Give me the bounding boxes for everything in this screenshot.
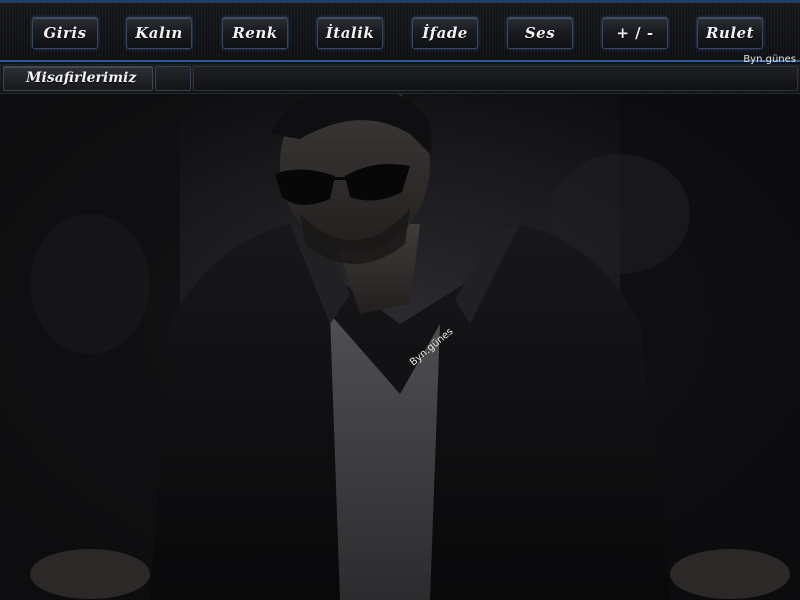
guests-list-area xyxy=(193,66,798,91)
italic-button[interactable]: İtalik xyxy=(317,17,383,49)
guests-bar: Misafirlerimiz xyxy=(0,64,800,94)
background-photo xyxy=(0,94,800,600)
bold-button[interactable]: Kalın xyxy=(126,17,192,49)
guests-tab[interactable]: Misafirlerimiz xyxy=(3,66,153,91)
formatting-toolbar: Giris Kalın Renk İtalik İfade Ses + / - … xyxy=(0,0,800,65)
color-button[interactable]: Renk xyxy=(222,17,288,49)
roulette-button[interactable]: Rulet xyxy=(697,17,763,49)
guests-tab-secondary[interactable] xyxy=(155,66,191,91)
chat-room-page: Byn.günes Giris Kalın Renk İtalik İfade … xyxy=(0,0,800,600)
emoticon-button[interactable]: İfade xyxy=(412,17,478,49)
sound-button[interactable]: Ses xyxy=(507,17,573,49)
giris-button[interactable]: Giris xyxy=(32,17,98,49)
font-size-button[interactable]: + / - xyxy=(602,17,668,49)
